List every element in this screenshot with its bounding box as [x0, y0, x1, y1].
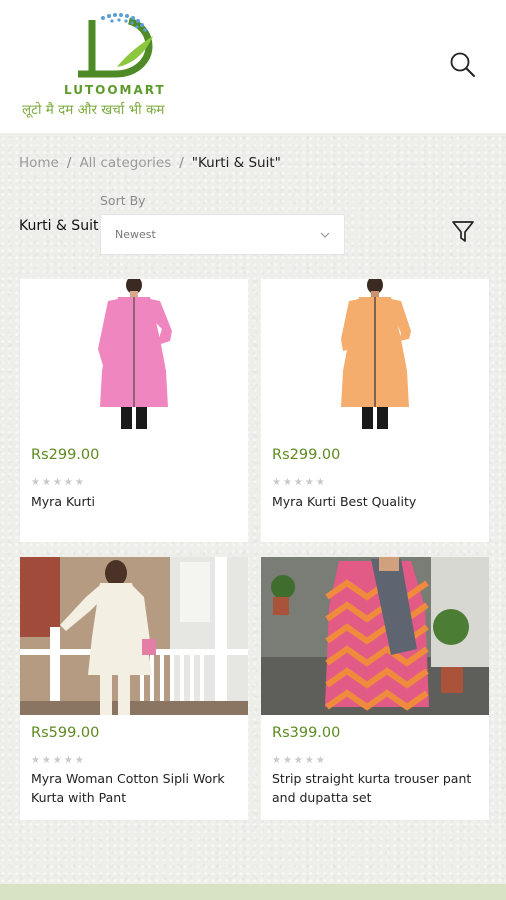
product-card[interactable]: Rs399.00 ★★★★★ Strip straight kurta trou…: [261, 557, 489, 820]
search-button[interactable]: [448, 50, 478, 80]
product-image: [261, 279, 489, 429]
product-card[interactable]: Rs299.00 ★★★★★ Myra Kurti Best Quality: [261, 279, 489, 542]
breadcrumb-home[interactable]: Home: [19, 155, 59, 171]
product-image: [20, 279, 248, 429]
rating-stars: ★★★★★: [272, 755, 327, 766]
breadcrumb: Home / All categories / "Kurti & Suit": [19, 152, 281, 174]
product-image: [20, 557, 248, 715]
product-card[interactable]: Rs299.00 ★★★★★ Myra Kurti: [20, 279, 248, 542]
chevron-down-icon: [320, 232, 330, 238]
filter-button[interactable]: [451, 219, 475, 245]
product-name: Myra Woman Cotton Sipli Work Kurta with …: [31, 771, 225, 805]
breadcrumb-separator: /: [66, 155, 72, 171]
product-price: Rs299.00: [31, 447, 100, 463]
lutoomart-logo[interactable]: LUTOOMART लूटो मै दम और खर्चा भी कम: [22, 12, 202, 122]
breadcrumb-all-categories[interactable]: All categories: [79, 155, 171, 171]
sort-selected-value: Newest: [115, 228, 156, 241]
filter-icon: [452, 221, 474, 242]
search-icon: [450, 52, 475, 77]
rating-stars: ★★★★★: [31, 755, 86, 766]
product-price: Rs299.00: [272, 447, 341, 463]
breadcrumb-current: "Kurti & Suit": [191, 155, 281, 171]
product-name: Myra Kurti Best Quality: [272, 494, 417, 509]
product-name: Myra Kurti: [31, 494, 95, 509]
logo-d-mark: [78, 13, 153, 78]
product-price: Rs399.00: [272, 725, 341, 741]
sort-label: Sort By: [100, 193, 146, 208]
brand-name: LUTOOMART: [64, 83, 166, 97]
bottom-bar: [0, 884, 506, 900]
brand-tagline: लूटो मै दम और खर्चा भी कम: [22, 102, 165, 118]
sort-dropdown[interactable]: Newest: [100, 214, 345, 255]
product-price: Rs599.00: [31, 725, 100, 741]
app-header: LUTOOMART लूटो मै दम और खर्चा भी कम: [0, 0, 506, 133]
product-card[interactable]: Rs599.00 ★★★★★ Myra Woman Cotton Sipli W…: [20, 557, 248, 820]
rating-stars: ★★★★★: [272, 477, 327, 488]
breadcrumb-separator: /: [179, 155, 184, 171]
rating-stars: ★★★★★: [31, 477, 86, 488]
category-title: Kurti & Suit: [19, 218, 99, 234]
product-name: Strip straight kurta trouser pant and du…: [272, 771, 472, 805]
product-image: [261, 557, 489, 715]
